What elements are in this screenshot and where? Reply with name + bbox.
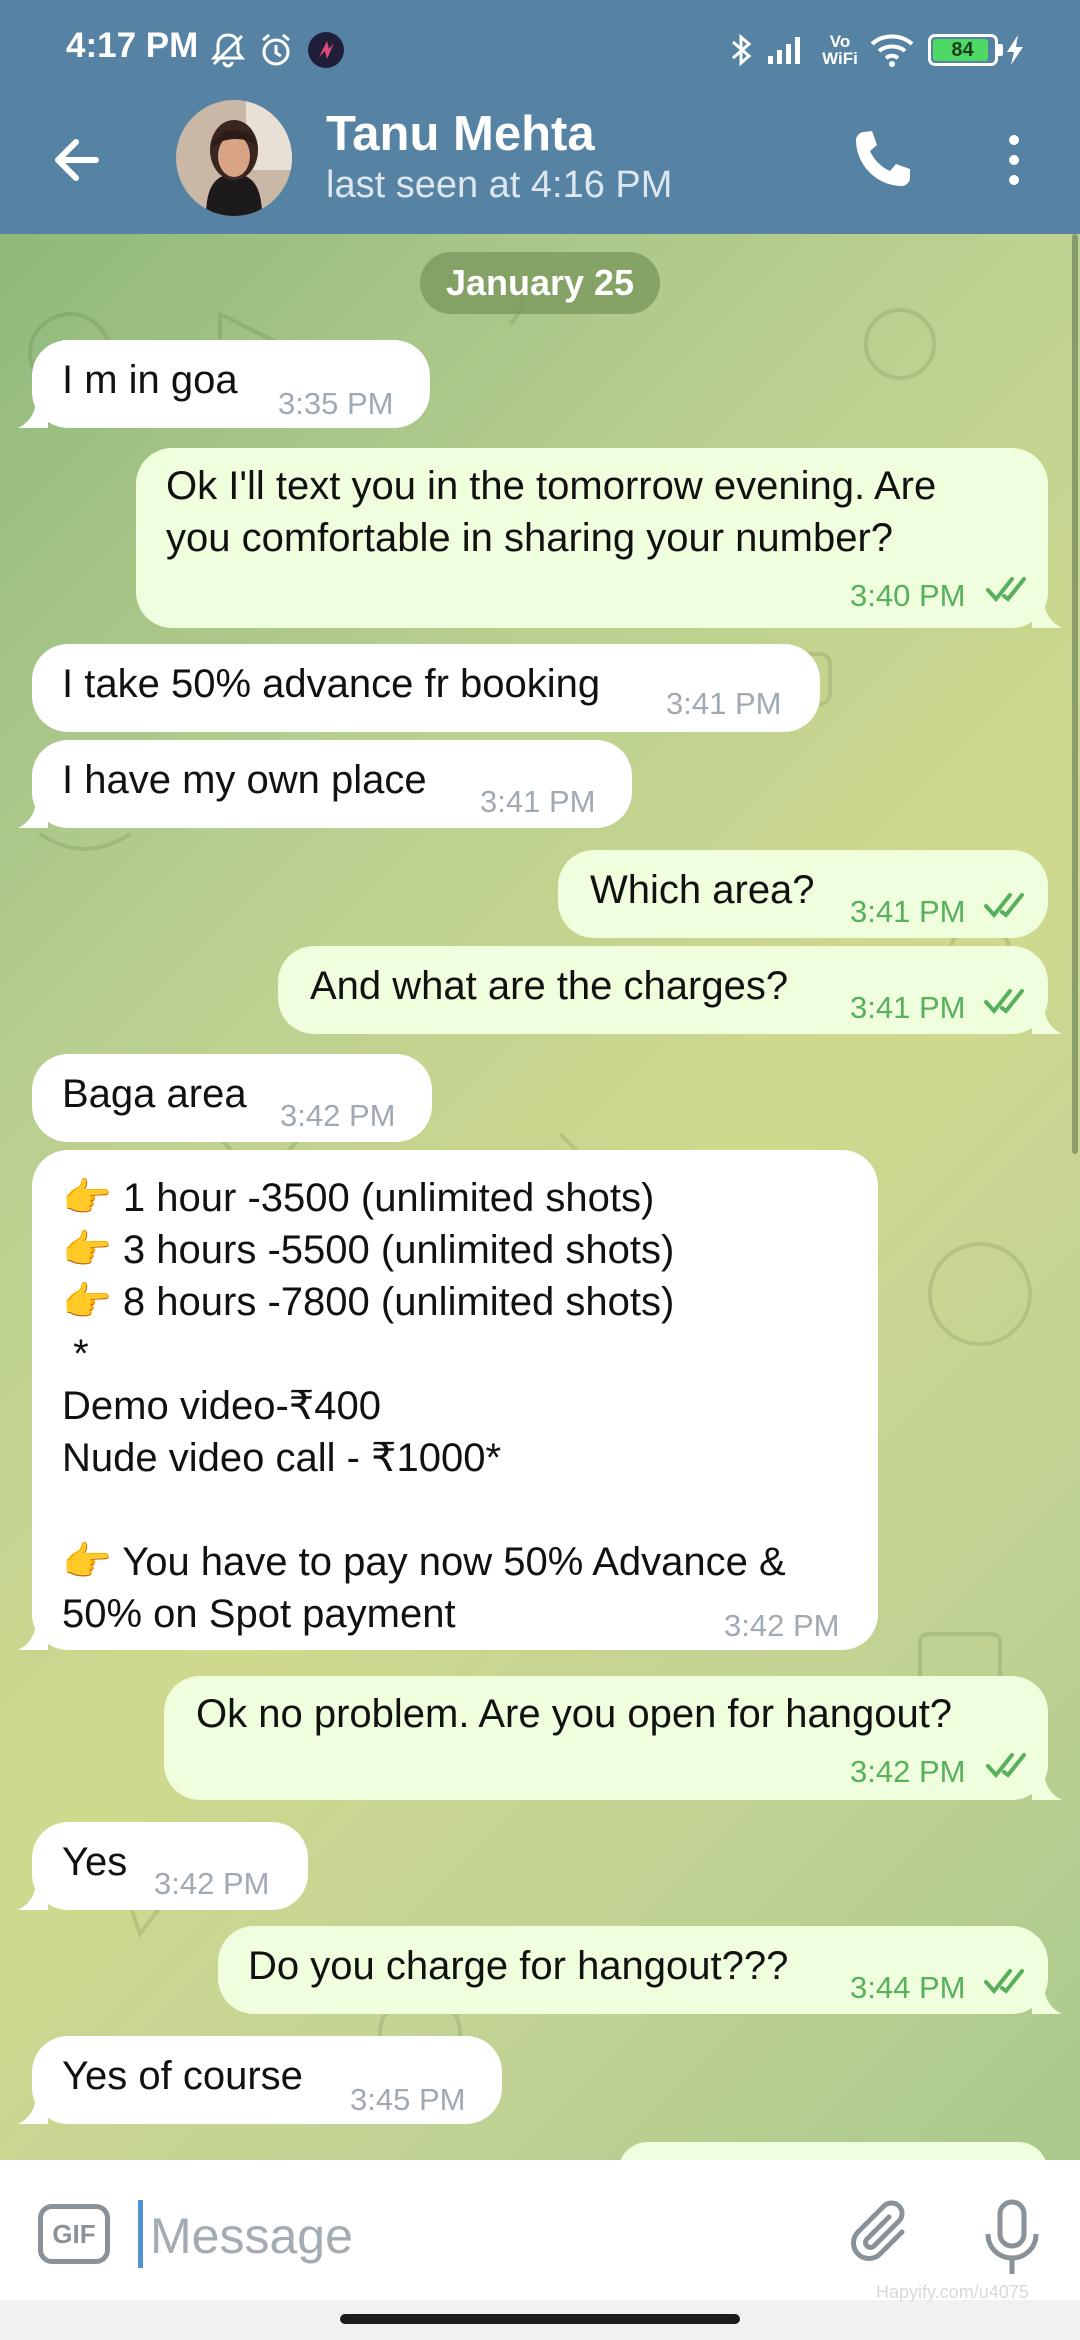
date-separator: January 25 — [420, 252, 660, 314]
top-app-bar: 4:17 PM Vo WiFi 84 Tanu Mehta last seen … — [0, 0, 1080, 234]
paperclip-icon — [851, 2200, 905, 2261]
more-options-button[interactable] — [994, 124, 1034, 196]
scrollbar[interactable] — [1072, 234, 1078, 1154]
chat-header: Tanu Mehta last seen at 4:16 PM — [0, 98, 1080, 234]
message-input[interactable] — [150, 2198, 810, 2274]
message-bubble-outgoing[interactable]: And what are the charges? 3:41 PM — [278, 946, 1062, 1034]
contact-name[interactable]: Tanu Mehta — [326, 106, 595, 162]
message-text: Baga area — [62, 1072, 247, 1116]
message-time: 3:41 PM — [850, 894, 966, 929]
wifi-icon — [868, 30, 916, 70]
mute-bell-icon — [208, 30, 248, 70]
voice-record-button[interactable] — [980, 2196, 1044, 2280]
text-cursor — [138, 2200, 143, 2268]
message-bubble-outgoing[interactable]: Which area? 3:41 PM — [558, 850, 1048, 938]
bubble-tail — [1032, 598, 1062, 628]
message-time: 3:44 PM — [850, 1970, 966, 2005]
message-text: And what are the charges? — [310, 964, 789, 1008]
message-time: 3:41 PM — [850, 990, 966, 1025]
chat-area[interactable]: January 25 I m in goa 3:35 PM Ok I'll te… — [0, 234, 1080, 2160]
message-bubble-incoming[interactable]: I take 50% advance fr booking 3:41 PM — [32, 644, 820, 732]
charging-icon — [1002, 30, 1028, 70]
avatar[interactable] — [176, 100, 292, 216]
more-vertical-icon — [1009, 135, 1019, 185]
message-bubble-outgoing[interactable]: Ok I'll text you in the tomorrow evening… — [136, 448, 1062, 628]
status-bar: 4:17 PM Vo WiFi 84 — [0, 0, 1080, 98]
battery-level: 84 — [951, 38, 974, 61]
vowifi-icon: Vo WiFi — [822, 32, 858, 68]
message-bubble-outgoing-partial[interactable] — [618, 2142, 1048, 2160]
bubble-tail — [18, 2094, 48, 2124]
gif-button[interactable]: GIF — [38, 2204, 110, 2264]
message-text: Yes — [62, 1840, 128, 1884]
microphone-icon — [985, 2199, 1039, 2274]
message-bubble-outgoing[interactable]: Do you charge for hangout??? 3:44 PM — [218, 1926, 1062, 2014]
attach-button[interactable] — [850, 2198, 920, 2274]
bubble-tail — [18, 1620, 48, 1650]
message-text: Which area? — [590, 868, 815, 912]
message-time: 3:40 PM — [850, 578, 966, 613]
message-text: Ok I'll text you in the tomorrow evening… — [166, 464, 937, 560]
back-arrow-icon — [55, 139, 99, 181]
message-bubble-incoming[interactable]: Baga area 3:42 PM — [32, 1054, 432, 1142]
message-text: I take 50% advance fr booking — [62, 662, 601, 706]
message-time: 3:41 PM — [480, 784, 596, 819]
bubble-tail — [1032, 1984, 1062, 2014]
read-receipt-icon — [984, 893, 1024, 919]
message-text: Yes of course — [62, 2054, 303, 2098]
message-time: 3:35 PM — [278, 386, 394, 421]
message-time: 3:42 PM — [724, 1608, 840, 1643]
signal-icon — [764, 30, 808, 70]
read-receipt-icon — [984, 989, 1024, 1015]
bubble-tail — [1032, 1004, 1062, 1034]
message-text: Ok no problem. Are you open for hangout? — [196, 1692, 953, 1736]
bubble-tail — [18, 798, 48, 828]
message-text: I m in goa — [62, 358, 238, 402]
read-receipt-icon — [986, 577, 1026, 603]
back-button[interactable] — [40, 120, 120, 200]
bubble-tail — [18, 1880, 48, 1910]
message-text: 👉 1 hour -3500 (unlimited shots) 👉 3 hou… — [62, 1176, 786, 1636]
watermark: Hapyify.com/u4075 — [876, 2282, 1029, 2302]
message-bubble-incoming[interactable]: 👉 1 hour -3500 (unlimited shots) 👉 3 hou… — [18, 1150, 878, 1650]
message-bubble-outgoing[interactable]: Ok no problem. Are you open for hangout?… — [164, 1676, 1062, 1800]
phone-icon — [856, 131, 910, 186]
call-button[interactable] — [846, 124, 918, 196]
bubble-tail — [1032, 1770, 1062, 1800]
bluetooth-icon — [724, 30, 760, 70]
system-navigation-bar — [0, 2300, 1080, 2340]
message-time: 3:42 PM — [154, 1866, 270, 1901]
message-input-bar: GIF — [0, 2160, 1080, 2300]
message-bubble-incoming[interactable]: I have my own place 3:41 PM — [18, 740, 632, 828]
message-time: 3:41 PM — [666, 686, 782, 721]
message-time: 3:42 PM — [280, 1098, 396, 1133]
battery-icon: 84 — [926, 30, 1004, 70]
app-notification-icon — [306, 30, 346, 70]
status-time: 4:17 PM — [66, 26, 199, 65]
read-receipt-icon — [984, 1969, 1024, 1995]
last-seen-status: last seen at 4:16 PM — [326, 164, 673, 206]
message-time: 3:45 PM — [350, 2082, 466, 2117]
message-bubble-incoming[interactable]: I m in goa 3:35 PM — [18, 340, 430, 428]
message-bubble-incoming[interactable]: Yes of course 3:45 PM — [18, 2036, 502, 2124]
message-text: Do you charge for hangout??? — [248, 1944, 789, 1988]
read-receipt-icon — [986, 1753, 1026, 1779]
home-gesture-handle[interactable] — [340, 2314, 740, 2324]
message-bubble-incoming[interactable]: Yes 3:42 PM — [18, 1822, 308, 1910]
message-text: I have my own place — [62, 758, 427, 802]
bubble-tail — [18, 398, 48, 428]
message-time: 3:42 PM — [850, 1754, 966, 1789]
alarm-icon — [256, 30, 296, 70]
